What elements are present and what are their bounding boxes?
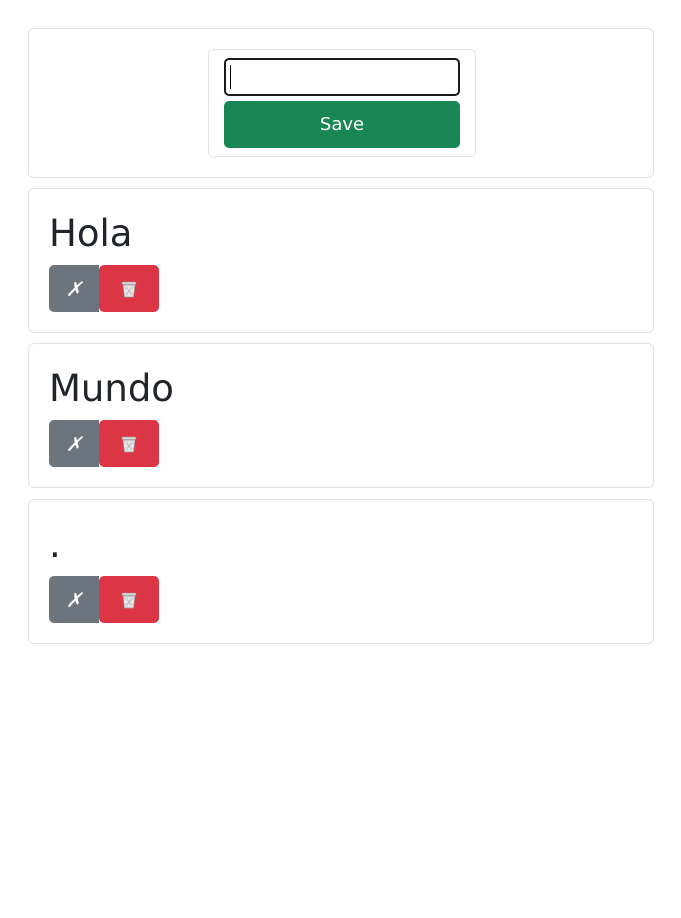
wastebasket-icon [119, 279, 139, 299]
list-item: Hola ✗ [28, 188, 654, 333]
edit-button[interactable]: ✗ [49, 420, 99, 467]
item-text-input[interactable] [224, 58, 460, 96]
text-cursor [230, 65, 231, 89]
add-item-card: Save [28, 28, 654, 178]
delete-button[interactable] [99, 576, 159, 623]
cross-mark-icon: ✗ [65, 276, 83, 301]
item-title: Hola [49, 212, 133, 255]
item-title: Mundo [49, 367, 174, 410]
delete-button[interactable] [99, 420, 159, 467]
wastebasket-icon [119, 434, 139, 454]
list-item: Mundo ✗ [28, 343, 654, 488]
delete-button[interactable] [99, 265, 159, 312]
item-title: . [49, 523, 61, 566]
cross-mark-icon: ✗ [65, 587, 83, 612]
item-actions: ✗ [49, 420, 159, 467]
item-actions: ✗ [49, 576, 159, 623]
item-actions: ✗ [49, 265, 159, 312]
cross-mark-icon: ✗ [65, 431, 83, 456]
list-item: . ✗ [28, 499, 654, 644]
edit-button[interactable]: ✗ [49, 576, 99, 623]
add-item-form: Save [208, 49, 476, 157]
wastebasket-icon [119, 590, 139, 610]
edit-button[interactable]: ✗ [49, 265, 99, 312]
save-button[interactable]: Save [224, 101, 460, 148]
